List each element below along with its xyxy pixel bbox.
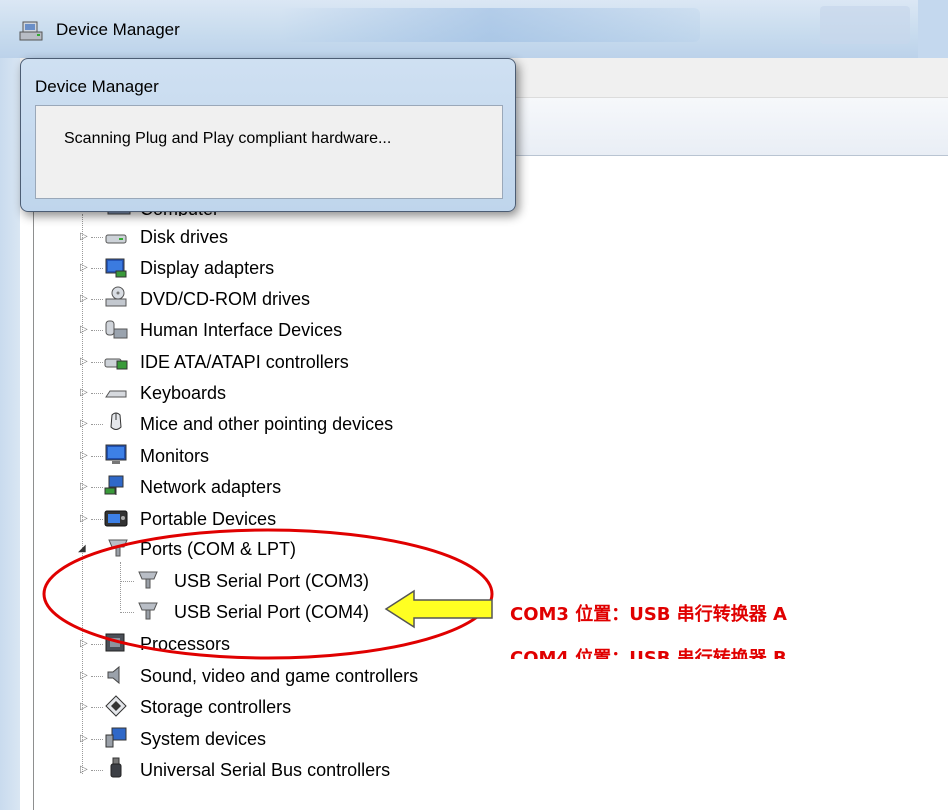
annotation-line-2-clip: COM4 位置：USB 串行转换器 B bbox=[505, 640, 905, 659]
dialog-body: Scanning Plug and Play compliant hardwar… bbox=[35, 105, 503, 199]
blurred-background bbox=[280, 8, 700, 42]
annotation-line-2: COM4 位置：USB 串行转换器 B bbox=[510, 648, 787, 659]
tree-connector bbox=[91, 268, 103, 269]
expand-arrow-icon[interactable]: ▷ bbox=[80, 324, 90, 336]
tree-item-label: Monitors bbox=[140, 446, 210, 466]
keyboard-icon bbox=[105, 390, 127, 398]
blurred-background-right bbox=[820, 6, 910, 44]
tree-item-usb-controllers[interactable]: ▷ Universal Serial Bus controllers bbox=[78, 755, 498, 785]
dvd-drive-icon bbox=[105, 286, 127, 307]
tree-connector bbox=[91, 676, 103, 677]
expand-arrow-icon[interactable]: ▷ bbox=[80, 450, 90, 462]
monitor-icon bbox=[105, 444, 127, 464]
expand-arrow-icon[interactable]: ▷ bbox=[80, 231, 90, 243]
tree-connector bbox=[91, 519, 103, 520]
expand-arrow-icon[interactable]: ▷ bbox=[80, 764, 90, 776]
title-bar: Device Manager bbox=[0, 0, 948, 58]
tree-item-label: DVD/CD-ROM drives bbox=[140, 289, 311, 309]
expand-arrow-icon[interactable]: ▷ bbox=[80, 513, 90, 525]
tree-connector bbox=[91, 362, 103, 363]
tree-item-network-adapters[interactable]: ▷ Network adapters bbox=[78, 472, 478, 502]
ide-controller-icon bbox=[104, 358, 128, 370]
expand-arrow-icon[interactable]: ▷ bbox=[80, 293, 90, 305]
disk-drive-icon bbox=[105, 234, 127, 244]
tree-item-ide-controllers[interactable]: ▷ IDE ATA/ATAPI controllers bbox=[78, 347, 478, 377]
tree-item-keyboards[interactable]: ▷ Keyboards bbox=[78, 378, 478, 408]
tree-item-label: System devices bbox=[140, 729, 267, 749]
hid-icon bbox=[105, 320, 128, 339]
tree-item-dvd-drives[interactable]: ▷ DVD/CD-ROM drives bbox=[78, 284, 478, 314]
tree-item-label: Storage controllers bbox=[140, 697, 292, 717]
tree-connector bbox=[91, 393, 103, 394]
tree-panel-border bbox=[33, 156, 34, 810]
device-manager-icon bbox=[19, 21, 43, 41]
tree-item-label: IDE ATA/ATAPI controllers bbox=[140, 352, 349, 372]
tree-item-label: Human Interface Devices bbox=[140, 320, 343, 340]
tree-item-system-devices[interactable]: ▷ System devices bbox=[78, 724, 478, 754]
system-device-icon bbox=[105, 727, 127, 748]
tree-item-label: Display adapters bbox=[140, 258, 275, 278]
tree-item-display-adapters[interactable]: ▷ Display adapters bbox=[78, 253, 478, 283]
network-adapter-icon bbox=[104, 475, 124, 495]
pointer-arrow bbox=[384, 589, 493, 629]
display-adapter-icon bbox=[105, 258, 127, 278]
tree-connector bbox=[91, 739, 103, 740]
tree-item-sound-video-game[interactable]: ▷ Sound, video and game controllers bbox=[78, 661, 498, 691]
window-frame-right bbox=[918, 0, 948, 58]
tree-item-label: Universal Serial Bus controllers bbox=[140, 760, 391, 780]
expand-arrow-icon[interactable]: ▷ bbox=[80, 387, 90, 399]
usb-icon bbox=[110, 757, 122, 778]
tree-item-disk-drives[interactable]: ▷ Disk drives bbox=[78, 222, 478, 252]
tree-connector bbox=[91, 330, 103, 331]
expand-arrow-icon[interactable]: ▷ bbox=[80, 481, 90, 493]
tree-connector bbox=[91, 237, 103, 238]
tree-item-label: Disk drives bbox=[140, 227, 229, 247]
tree-connector bbox=[91, 456, 103, 457]
storage-controller-icon bbox=[105, 695, 127, 717]
expand-arrow-icon[interactable]: ▷ bbox=[80, 356, 90, 368]
tree-connector bbox=[91, 707, 103, 708]
expand-arrow-icon[interactable]: ▷ bbox=[80, 701, 90, 713]
expand-arrow-icon[interactable]: ▷ bbox=[80, 733, 90, 745]
annotation-line-1: COM3 位置：USB 串行转换器 A bbox=[510, 604, 787, 625]
speaker-icon bbox=[107, 665, 120, 685]
tree-item-label: Keyboards bbox=[140, 383, 227, 403]
dialog-title: Device Manager bbox=[35, 77, 159, 96]
dialog-message: Scanning Plug and Play compliant hardwar… bbox=[64, 130, 392, 147]
window-frame-left bbox=[0, 58, 20, 810]
expand-arrow-icon[interactable]: ▷ bbox=[80, 262, 90, 274]
tree-item-hid[interactable]: ▷ Human Interface Devices bbox=[78, 315, 478, 345]
expand-arrow-icon[interactable]: ▷ bbox=[80, 418, 90, 430]
tree-connector bbox=[91, 487, 103, 488]
tree-connector bbox=[91, 424, 103, 425]
tree-item-storage-controllers[interactable]: ▷ Storage controllers bbox=[78, 692, 478, 722]
window-title: Device Manager bbox=[56, 20, 180, 39]
tree-connector bbox=[91, 770, 103, 771]
tree-item-monitors[interactable]: ▷ Monitors bbox=[78, 441, 478, 471]
tree-connector bbox=[91, 299, 103, 300]
tree-item-label: Mice and other pointing devices bbox=[140, 414, 394, 434]
tree-item-label: Sound, video and game controllers bbox=[140, 666, 419, 686]
mouse-icon bbox=[110, 412, 122, 430]
tree-item-label: Network adapters bbox=[140, 477, 282, 497]
tree-item-mice[interactable]: ▷ Mice and other pointing devices bbox=[78, 409, 498, 439]
expand-arrow-icon[interactable]: ▷ bbox=[80, 670, 90, 682]
scanning-dialog: Device Manager Scanning Plug and Play co… bbox=[20, 58, 516, 212]
